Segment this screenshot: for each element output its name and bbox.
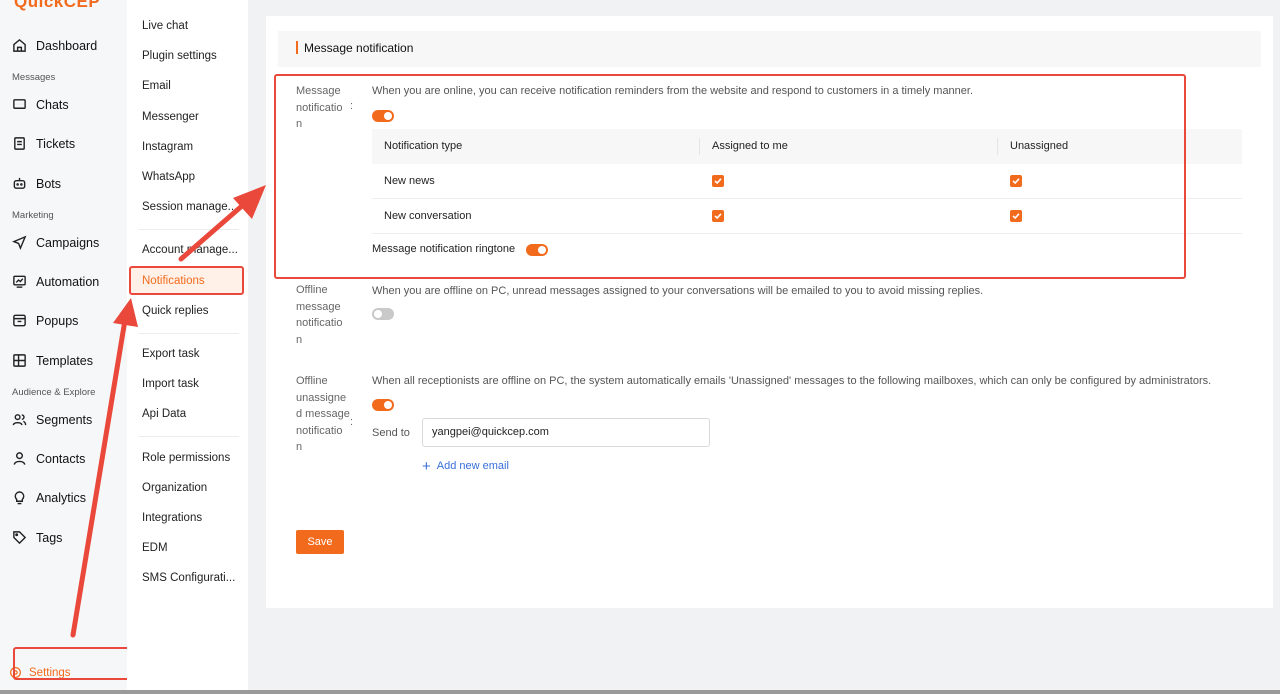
arrow-to-notifications [70, 317, 128, 638]
window-bottom-bar [0, 690, 1280, 694]
arrow-head [233, 185, 266, 219]
arrow-to-highlight [178, 202, 246, 262]
arrow-head [113, 298, 138, 327]
annotation-arrows [70, 185, 266, 638]
